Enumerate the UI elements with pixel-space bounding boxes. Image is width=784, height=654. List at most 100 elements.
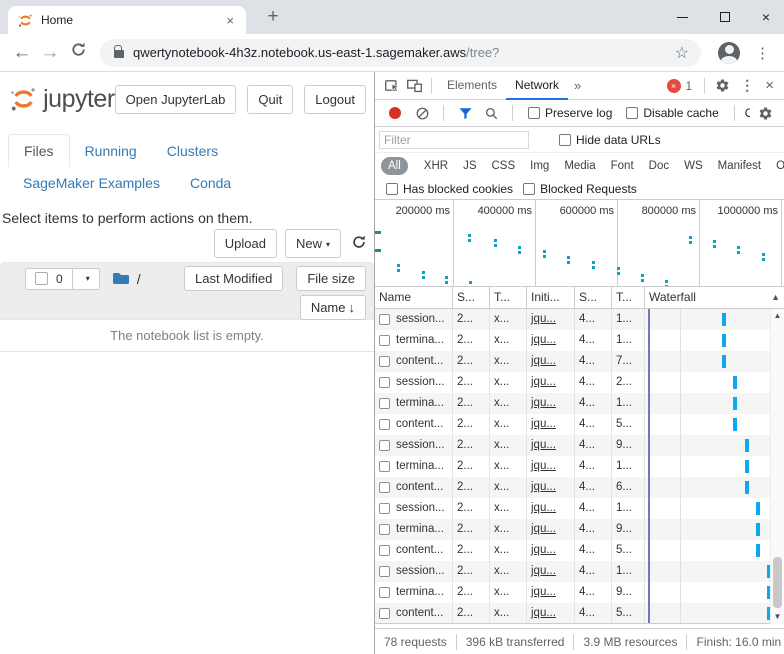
hide-data-urls-checkbox[interactable]: Hide data URLs: [559, 133, 661, 147]
filter-pill-all[interactable]: All: [381, 157, 408, 175]
cell-initiator[interactable]: jqu...: [527, 561, 575, 582]
back-icon[interactable]: ←: [8, 42, 36, 64]
filter-pill-manifest[interactable]: Manifest: [711, 157, 768, 175]
network-row[interactable]: session... 2... x... jqu... 4... 2...: [375, 372, 770, 393]
network-row[interactable]: termina... 2... x... jqu... 4... 1...: [375, 456, 770, 477]
window-minimize-button[interactable]: [676, 16, 688, 18]
blocked-requests-checkbox[interactable]: Blocked Requests: [523, 182, 637, 196]
network-row[interactable]: content... 2... x... jqu... 4... 5...: [375, 603, 770, 623]
filter-pill-font[interactable]: Font: [604, 157, 641, 175]
tab-running[interactable]: Running: [70, 135, 152, 167]
record-icon[interactable]: [389, 107, 401, 119]
filter-pill-xhr[interactable]: XHR: [417, 157, 455, 175]
row-checkbox[interactable]: [379, 314, 390, 325]
row-checkbox[interactable]: [379, 587, 390, 598]
column-header-name[interactable]: Name: [375, 286, 453, 309]
throttling-select[interactable]: Onlin: [745, 106, 750, 120]
devtools-tab-network[interactable]: Network: [506, 72, 569, 100]
tab-conda[interactable]: Conda: [175, 167, 246, 199]
cell-initiator[interactable]: jqu...: [527, 582, 575, 603]
column-header-s[interactable]: S...: [453, 286, 490, 309]
row-checkbox[interactable]: [379, 398, 390, 409]
quit-button[interactable]: Quit: [247, 84, 294, 114]
settings-gear-icon[interactable]: [711, 75, 733, 97]
network-row[interactable]: termina... 2... x... jqu... 4... 1...: [375, 330, 770, 351]
network-row[interactable]: session... 2... x... jqu... 4... 9...: [375, 435, 770, 456]
scrollbar[interactable]: ▲ ▼: [770, 309, 784, 624]
network-row[interactable]: session... 2... x... jqu... 4... 1...: [375, 498, 770, 519]
filter-input[interactable]: [379, 130, 529, 149]
new-dropdown-button[interactable]: New ▾: [284, 229, 341, 258]
row-checkbox[interactable]: [379, 419, 390, 430]
column-header-t[interactable]: T...: [490, 286, 527, 309]
breadcrumb-path[interactable]: /: [137, 271, 141, 287]
row-checkbox[interactable]: [379, 608, 390, 619]
cell-initiator[interactable]: jqu...: [527, 414, 575, 435]
filter-pill-css[interactable]: CSS: [484, 157, 522, 175]
bookmark-star-icon[interactable]: ☆: [675, 43, 689, 63]
inspect-element-icon[interactable]: [381, 75, 403, 97]
cell-initiator[interactable]: jqu...: [527, 393, 575, 414]
network-row[interactable]: content... 2... x... jqu... 4... 6...: [375, 477, 770, 498]
cell-initiator[interactable]: jqu...: [527, 372, 575, 393]
cell-initiator[interactable]: jqu...: [527, 330, 575, 351]
select-all-checkbox[interactable]: [35, 272, 48, 285]
profile-avatar[interactable]: [718, 41, 740, 64]
forward-icon[interactable]: →: [36, 42, 64, 64]
preserve-log-checkbox[interactable]: Preserve log: [528, 106, 612, 120]
cell-initiator[interactable]: jqu...: [527, 519, 575, 540]
address-bar[interactable]: qwertynotebook-4h3z.notebook.us-east-1.s…: [100, 38, 701, 67]
new-tab-button[interactable]: +: [260, 4, 286, 30]
network-row[interactable]: content... 2... x... jqu... 4... 7...: [375, 351, 770, 372]
device-toolbar-icon[interactable]: [403, 75, 425, 97]
cell-initiator[interactable]: jqu...: [527, 309, 575, 330]
network-row[interactable]: content... 2... x... jqu... 4... 5...: [375, 540, 770, 561]
has-blocked-cookies-checkbox[interactable]: Has blocked cookies: [386, 182, 513, 196]
filter-pill-media[interactable]: Media: [557, 157, 602, 175]
open-jupyterlab-button[interactable]: Open JupyterLab: [114, 84, 237, 114]
network-row[interactable]: content... 2... x... jqu... 4... 5...: [375, 414, 770, 435]
filter-pill-other[interactable]: Other: [769, 157, 784, 175]
filter-pill-img[interactable]: Img: [523, 157, 556, 175]
name-sort-button[interactable]: Name ↓: [299, 294, 366, 320]
column-header-s[interactable]: S...: [575, 286, 612, 309]
row-checkbox[interactable]: [379, 461, 390, 472]
scroll-up-icon[interactable]: ▲: [771, 309, 784, 323]
column-header-t[interactable]: T...: [612, 286, 645, 309]
tab-close-icon[interactable]: ×: [224, 13, 236, 28]
scrollbar-thumb[interactable]: [773, 557, 782, 608]
logout-button[interactable]: Logout: [304, 84, 366, 114]
tab-clusters[interactable]: Clusters: [152, 135, 233, 167]
filter-pill-ws[interactable]: WS: [677, 157, 710, 175]
devtools-menu-icon[interactable]: ⋮: [733, 77, 761, 94]
row-checkbox[interactable]: [379, 566, 390, 577]
row-checkbox[interactable]: [379, 482, 390, 493]
network-row[interactable]: session... 2... x... jqu... 4... 1...: [375, 309, 770, 330]
row-checkbox[interactable]: [379, 440, 390, 451]
error-badge-icon[interactable]: ×: [666, 78, 681, 93]
tab-sagemaker-examples[interactable]: SageMaker Examples: [8, 167, 175, 199]
window-maximize-button[interactable]: [719, 12, 730, 22]
lock-icon[interactable]: [114, 45, 124, 58]
search-icon[interactable]: [480, 102, 502, 124]
filter-pill-js[interactable]: JS: [456, 157, 483, 175]
network-row[interactable]: session... 2... x... jqu... 4... 1...: [375, 561, 770, 582]
browser-tab-home[interactable]: Home ×: [8, 6, 246, 34]
network-overview-timeline[interactable]: 200000 ms 400000 ms 600000 ms 800000 ms 1000…: [375, 200, 784, 287]
clear-icon[interactable]: [411, 102, 433, 124]
network-settings-gear-icon[interactable]: [754, 102, 776, 124]
select-all-checkbox-button[interactable]: 0: [25, 267, 72, 290]
select-dropdown-button[interactable]: ▾: [71, 267, 100, 290]
scroll-down-icon[interactable]: ▼: [771, 610, 784, 624]
row-checkbox[interactable]: [379, 545, 390, 556]
devtools-close-icon[interactable]: ×: [761, 77, 778, 94]
sort-asc-icon[interactable]: ▲: [771, 287, 780, 308]
cell-initiator[interactable]: jqu...: [527, 603, 575, 623]
folder-icon[interactable]: [112, 272, 130, 285]
row-checkbox[interactable]: [379, 335, 390, 346]
row-checkbox[interactable]: [379, 377, 390, 388]
network-row[interactable]: termina... 2... x... jqu... 4... 9...: [375, 519, 770, 540]
refresh-icon[interactable]: [351, 234, 367, 253]
cell-initiator[interactable]: jqu...: [527, 540, 575, 561]
browser-menu-icon[interactable]: ⋮: [749, 44, 776, 62]
